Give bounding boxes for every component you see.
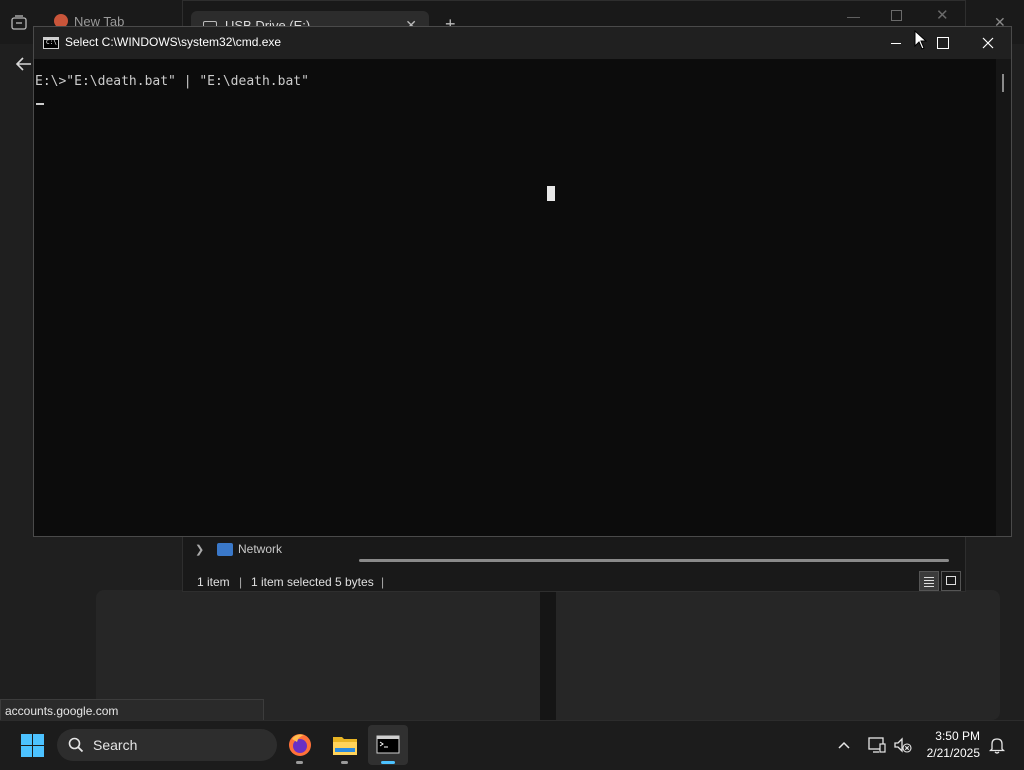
cmd-icon-text: C:\ (46, 39, 57, 46)
explorer-minimize-icon[interactable]: — (847, 9, 860, 24)
taskbar-file-explorer-button[interactable] (325, 725, 365, 765)
close-icon (982, 37, 994, 49)
browser-content-divider (540, 592, 556, 720)
taskbar: Search 3:50 PM 2/21/2025 (0, 720, 1024, 768)
explorer-maximize-icon[interactable] (891, 10, 902, 21)
nav-item-label: Network (238, 542, 283, 556)
firefox-icon (289, 734, 311, 756)
details-view-button[interactable] (919, 571, 939, 591)
mouse-pointer-icon (914, 30, 928, 50)
cmd-title-bar[interactable]: C:\ Select C:\WINDOWS\system32\cmd.exe (34, 27, 1011, 59)
back-arrow-icon[interactable] (14, 55, 34, 73)
cmd-window[interactable]: C:\ Select C:\WINDOWS\system32\cmd.exe E… (33, 26, 1012, 537)
status-item-count: 1 item (197, 575, 230, 589)
tab-actions-icon[interactable] (8, 14, 30, 32)
chevron-up-icon[interactable] (836, 737, 852, 753)
clock-time[interactable]: 3:50 PM (918, 729, 980, 743)
network-icon (217, 543, 233, 556)
terminal-icon (376, 735, 400, 754)
console-command-line: E:\>"E:\death.bat" | "E:\death.bat" (35, 74, 309, 89)
network-monitor-icon[interactable] (867, 735, 887, 755)
horizontal-scrollbar[interactable] (359, 559, 949, 562)
explorer-status-bar: 1 item | 1 item selected 5 bytes | (183, 569, 967, 593)
console-output[interactable]: E:\>"E:\death.bat" | "E:\death.bat" (34, 59, 997, 536)
scrollbar-thumb[interactable] (1002, 74, 1004, 92)
cmd-close-button[interactable] (965, 27, 1011, 59)
text-cursor-block (547, 186, 555, 201)
search-label: Search (93, 737, 138, 753)
status-selected: 1 item selected (251, 575, 332, 589)
status-separator: | (381, 575, 385, 589)
volume-muted-icon[interactable] (893, 735, 913, 755)
windows-start-icon[interactable] (21, 734, 44, 757)
status-separator: | (239, 575, 243, 589)
taskbar-search-box[interactable]: Search (57, 729, 277, 761)
explorer-close-icon[interactable]: ✕ (936, 6, 949, 24)
taskbar-cmd-button[interactable] (368, 725, 408, 765)
clock-date[interactable]: 2/21/2025 (918, 746, 980, 760)
search-icon (68, 737, 84, 753)
taskbar-firefox-button[interactable] (280, 725, 320, 765)
status-size: 5 bytes (335, 575, 374, 589)
console-cursor (36, 103, 44, 105)
cmd-window-title: Select C:\WINDOWS\system32\cmd.exe (65, 35, 282, 49)
cmd-app-icon: C:\ (43, 37, 59, 49)
browser-status-url: accounts.google.com (0, 699, 264, 721)
cmd-vertical-scrollbar[interactable] (996, 59, 1011, 536)
cmd-minimize-button[interactable] (873, 27, 919, 59)
notification-bell-icon[interactable] (988, 736, 1006, 754)
chevron-right-icon[interactable]: ❯ (195, 543, 204, 556)
tiles-view-button[interactable] (941, 571, 961, 591)
file-explorer-icon (333, 737, 357, 755)
